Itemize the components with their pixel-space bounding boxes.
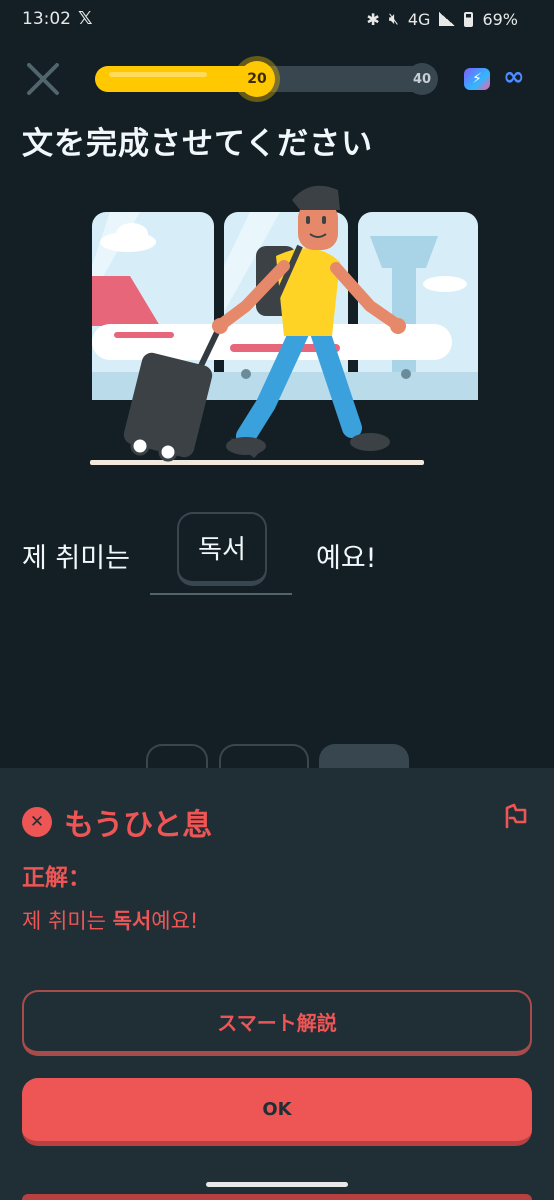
bottom-strip bbox=[22, 1194, 532, 1200]
exercise-title: 文を完成させてください bbox=[22, 126, 374, 162]
sentence-before: 제 취미는 bbox=[22, 543, 130, 574]
correct-answer-highlight: 독서 bbox=[112, 909, 152, 933]
close-icon[interactable] bbox=[26, 62, 60, 96]
battery-percent: 69% bbox=[482, 9, 518, 29]
status-bar: 13:02 𝕏 ✱ 🔇︎ 4G 69% bbox=[0, 0, 554, 38]
correct-answer-suffix: 예요! bbox=[151, 909, 199, 933]
report-flag-icon[interactable] bbox=[502, 802, 530, 830]
ok-button[interactable]: OK bbox=[22, 1078, 532, 1146]
x-logo-icon: 𝕏 bbox=[78, 8, 93, 29]
network-type: 4G bbox=[407, 9, 431, 29]
mute-icon: 🔇︎ bbox=[388, 9, 399, 28]
correct-answer: 제 취미는 독서예요! bbox=[22, 905, 198, 935]
infinity-icon[interactable]: ∞ bbox=[503, 62, 525, 92]
progress-fill bbox=[95, 66, 260, 92]
correct-answer-label: 正解： bbox=[22, 865, 91, 891]
result-header: ✕ もうひと息 bbox=[22, 800, 212, 844]
status-icons: ✱ 🔇︎ 4G 69% bbox=[366, 9, 518, 29]
progress-milestone-goal: 40 bbox=[406, 63, 438, 95]
result-status: もうひと息 bbox=[64, 808, 213, 843]
signal-icon bbox=[439, 12, 456, 26]
selected-word-chip[interactable]: 독서 bbox=[177, 512, 267, 586]
incorrect-icon: ✕ bbox=[22, 807, 52, 837]
home-indicator[interactable] bbox=[206, 1182, 348, 1187]
status-time: 13:02 bbox=[22, 9, 71, 29]
correct-answer-prefix: 제 취미는 bbox=[22, 909, 113, 933]
traveler-illustration bbox=[90, 185, 478, 465]
progress-milestone-current: 20 bbox=[239, 61, 275, 97]
bluetooth-icon: ✱ bbox=[366, 9, 380, 29]
sentence-after: 예요! bbox=[316, 543, 377, 574]
smart-explanation-button[interactable]: スマート解説 bbox=[22, 990, 532, 1056]
progress-shine bbox=[109, 72, 208, 77]
sentence-area: 제 취미는 독서 예요! bbox=[22, 512, 542, 602]
battery-icon bbox=[464, 11, 474, 27]
answer-blank bbox=[150, 593, 292, 595]
energy-icon[interactable]: ⚡︎ bbox=[464, 68, 490, 90]
